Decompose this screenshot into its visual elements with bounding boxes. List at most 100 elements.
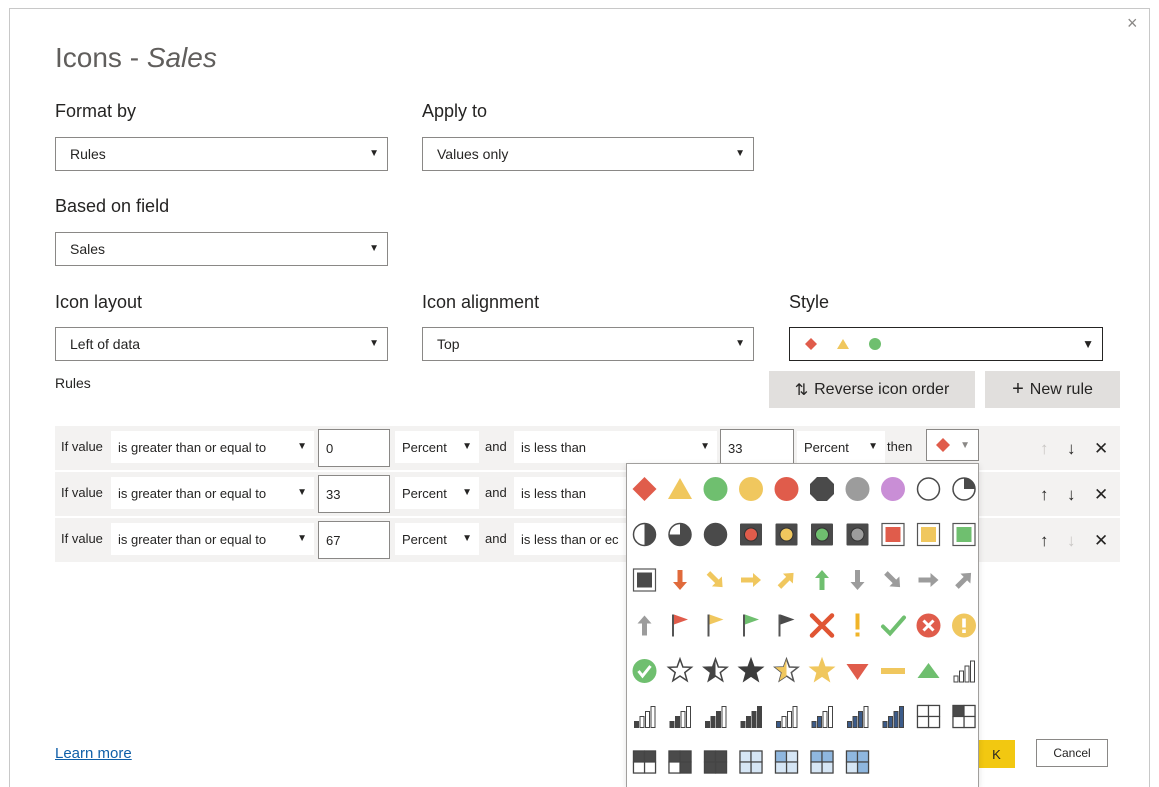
gray-arrow-up-icon[interactable] bbox=[629, 610, 661, 642]
three-quarter-circle-icon[interactable] bbox=[664, 519, 696, 551]
green-outline-square-icon[interactable] bbox=[948, 519, 979, 551]
purple-circle-icon[interactable] bbox=[877, 473, 909, 505]
yellow-dash-icon[interactable] bbox=[877, 655, 909, 687]
green-circle-icon[interactable] bbox=[700, 473, 732, 505]
gray-arrow-down-icon[interactable] bbox=[842, 564, 874, 596]
rule-icon-select[interactable]: ▼ bbox=[926, 429, 979, 461]
yellow-exclamation-circle-icon[interactable] bbox=[948, 610, 979, 642]
move-down-icon[interactable]: ↓ bbox=[1067, 532, 1076, 549]
signal-blue-3-icon[interactable] bbox=[842, 701, 874, 733]
full-dark-circle-icon[interactable] bbox=[700, 519, 732, 551]
green-triangle-up-icon[interactable] bbox=[913, 655, 945, 687]
dark-square-circle-icon[interactable] bbox=[842, 519, 874, 551]
signal-2-icon[interactable] bbox=[664, 701, 696, 733]
half-star-icon[interactable] bbox=[700, 655, 732, 687]
green-check-icon[interactable] bbox=[877, 610, 909, 642]
yellow-square-circle-icon[interactable] bbox=[771, 519, 803, 551]
quad-blue-3-icon[interactable] bbox=[842, 746, 874, 778]
apply-to-select[interactable]: Values only ▼ bbox=[422, 137, 754, 171]
rule-unit-select[interactable]: Percent ▼ bbox=[395, 477, 479, 509]
close-icon[interactable]: × bbox=[1127, 14, 1138, 32]
rule-operator-select[interactable]: is greater than or equal to ▼ bbox=[111, 431, 314, 463]
red-x-icon[interactable] bbox=[806, 610, 838, 642]
black-flag-icon[interactable] bbox=[771, 610, 803, 642]
red-arrow-down-icon[interactable] bbox=[664, 564, 696, 596]
red-flag-icon[interactable] bbox=[664, 610, 696, 642]
move-up-icon[interactable]: ↑ bbox=[1040, 532, 1049, 549]
learn-more-link[interactable]: Learn more bbox=[55, 745, 132, 762]
quad-blue-2-icon[interactable] bbox=[806, 746, 838, 778]
rule-operator-select[interactable]: is greater than or equal to ▼ bbox=[111, 523, 314, 555]
green-check-circle-icon[interactable] bbox=[629, 655, 661, 687]
yellow-arrow-right-icon[interactable] bbox=[735, 564, 767, 596]
red-circle-icon[interactable] bbox=[771, 473, 803, 505]
rule-unit2-select[interactable]: Percent ▼ bbox=[797, 431, 885, 463]
signal-blue-2-icon[interactable] bbox=[806, 701, 838, 733]
yellow-circle-icon[interactable] bbox=[735, 473, 767, 505]
gray-circle-icon[interactable] bbox=[842, 473, 874, 505]
dark-outline-square-icon[interactable] bbox=[629, 564, 661, 596]
green-square-circle-icon[interactable] bbox=[806, 519, 838, 551]
quad-empty-icon[interactable] bbox=[913, 701, 945, 733]
quad-2-icon[interactable] bbox=[629, 746, 661, 778]
red-triangle-down-icon[interactable] bbox=[842, 655, 874, 687]
format-by-select[interactable]: Rules ▼ bbox=[55, 137, 388, 171]
yellow-outline-square-icon[interactable] bbox=[913, 519, 945, 551]
full-star-icon[interactable] bbox=[735, 655, 767, 687]
yellow-arrow-up-right-icon[interactable] bbox=[771, 564, 803, 596]
rule-operator2-select[interactable]: is less than ▼ bbox=[514, 431, 717, 463]
gray-arrow-up-right-icon[interactable] bbox=[948, 564, 979, 596]
move-down-icon[interactable]: ↓ bbox=[1067, 486, 1076, 503]
move-up-icon[interactable]: ↑ bbox=[1040, 440, 1049, 457]
rule-value-input[interactable]: 33 bbox=[318, 475, 390, 513]
rule-operator-select[interactable]: is greater than or equal to ▼ bbox=[111, 477, 314, 509]
red-outline-square-icon[interactable] bbox=[877, 519, 909, 551]
yellow-exclamation-icon[interactable] bbox=[842, 610, 874, 642]
red-diamond-icon[interactable] bbox=[629, 473, 661, 505]
quad-blue-1-icon[interactable] bbox=[771, 746, 803, 778]
yellow-triangle-icon[interactable] bbox=[664, 473, 696, 505]
quad-3-icon[interactable] bbox=[664, 746, 696, 778]
icon-layout-select[interactable]: Left of data ▼ bbox=[55, 327, 388, 361]
gray-arrow-down-right-icon[interactable] bbox=[877, 564, 909, 596]
icon-alignment-select[interactable]: Top ▼ bbox=[422, 327, 754, 361]
rule-unit-select[interactable]: Percent ▼ bbox=[395, 523, 479, 555]
rule-operator2-select[interactable]: is less than or ec bbox=[514, 523, 626, 555]
empty-circle-icon[interactable] bbox=[913, 473, 945, 505]
signal-1-icon[interactable] bbox=[629, 701, 661, 733]
delete-rule-icon[interactable]: ✕ bbox=[1094, 532, 1108, 549]
red-x-circle-icon[interactable] bbox=[913, 610, 945, 642]
quad-blue-0-icon[interactable] bbox=[735, 746, 767, 778]
signal-3-icon[interactable] bbox=[700, 701, 732, 733]
cancel-button[interactable]: Cancel bbox=[1036, 739, 1108, 767]
rule-value-input[interactable]: 0 bbox=[318, 429, 390, 467]
quarter-circle-icon[interactable] bbox=[948, 473, 979, 505]
yellow-arrow-down-right-icon[interactable] bbox=[700, 564, 732, 596]
half-circle-icon[interactable] bbox=[629, 519, 661, 551]
gray-arrow-right-icon[interactable] bbox=[913, 564, 945, 596]
quad-4-icon[interactable] bbox=[700, 746, 732, 778]
green-arrow-up-icon[interactable] bbox=[806, 564, 838, 596]
delete-rule-icon[interactable]: ✕ bbox=[1094, 486, 1108, 503]
signal-blue-1-icon[interactable] bbox=[771, 701, 803, 733]
yellow-star-icon[interactable] bbox=[806, 655, 838, 687]
green-flag-icon[interactable] bbox=[735, 610, 767, 642]
reverse-icon-order-button[interactable]: ⇅ Reverse icon order bbox=[769, 371, 975, 408]
move-down-icon[interactable]: ↓ bbox=[1067, 440, 1076, 457]
style-select[interactable]: ▼ bbox=[789, 327, 1103, 361]
red-square-circle-icon[interactable] bbox=[735, 519, 767, 551]
rule-unit-select[interactable]: Percent ▼ bbox=[395, 431, 479, 463]
signal-0-icon[interactable] bbox=[948, 655, 979, 687]
signal-4-icon[interactable] bbox=[735, 701, 767, 733]
quad-1-icon[interactable] bbox=[948, 701, 979, 733]
signal-blue-4-icon[interactable] bbox=[877, 701, 909, 733]
rule-value-input[interactable]: 67 bbox=[318, 521, 390, 559]
yellow-half-star-icon[interactable] bbox=[771, 655, 803, 687]
delete-rule-icon[interactable]: ✕ bbox=[1094, 440, 1108, 457]
rule-value2-input[interactable]: 33 bbox=[720, 429, 794, 467]
ok-button[interactable]: K bbox=[978, 740, 1015, 768]
based-on-field-select[interactable]: Sales ▼ bbox=[55, 232, 388, 266]
black-octagon-icon[interactable] bbox=[806, 473, 838, 505]
empty-star-icon[interactable] bbox=[664, 655, 696, 687]
yellow-flag-icon[interactable] bbox=[700, 610, 732, 642]
